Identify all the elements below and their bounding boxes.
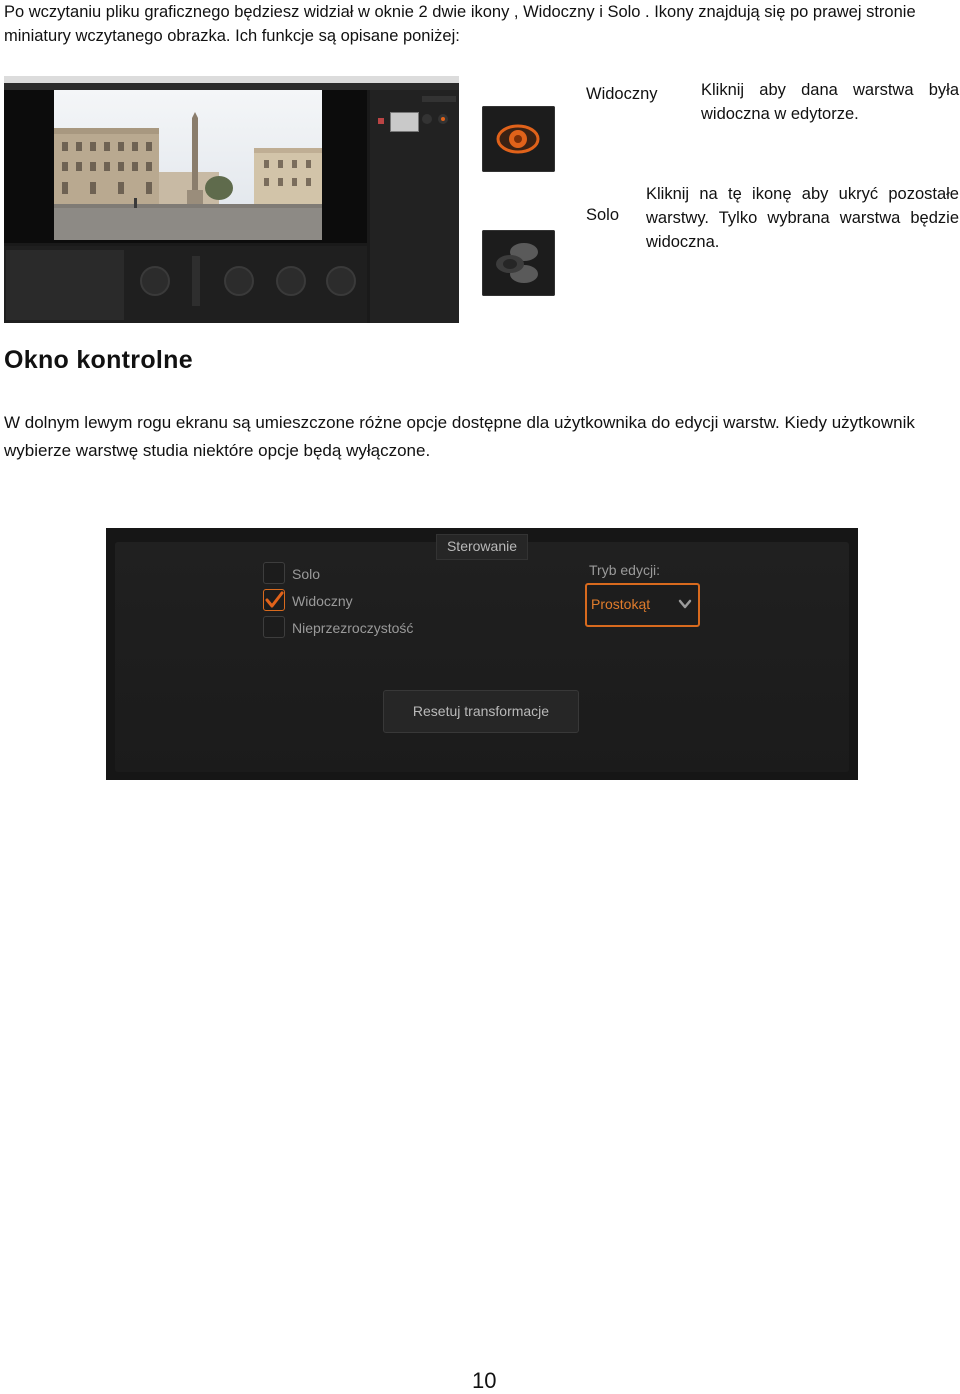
screenshot-layers-panel bbox=[370, 90, 459, 323]
chevron-down-icon bbox=[678, 599, 692, 609]
opacity-checkbox-label: Nieprzezroczystość bbox=[292, 620, 414, 636]
visible-label: Widoczny bbox=[586, 85, 658, 103]
solo-checkbox-label: Solo bbox=[292, 566, 321, 582]
visible-description: Kliknij aby dana warstwa była widoczna w… bbox=[701, 81, 959, 123]
opacity-checkbox[interactable] bbox=[263, 616, 285, 638]
screenshot-menubar bbox=[4, 83, 459, 90]
edit-mode-label: Tryb edycji: bbox=[589, 562, 661, 578]
solo-description: Kliknij na tę ikonę aby ukryć pozostałe … bbox=[646, 185, 959, 251]
section-body: W dolnym lewym rogu ekranu są umieszczon… bbox=[4, 413, 915, 460]
app-screenshot bbox=[4, 76, 459, 323]
edit-mode-value: Prostokąt bbox=[591, 596, 651, 612]
solo-icon-box bbox=[482, 230, 555, 296]
screenshot-titlebar bbox=[4, 76, 459, 83]
screenshot-control-area bbox=[4, 246, 367, 323]
layer-thumbnail bbox=[390, 112, 419, 132]
page-number: 10 bbox=[472, 1368, 497, 1393]
control-panel bbox=[106, 528, 858, 780]
mini-eye-icon bbox=[438, 114, 448, 124]
checkmark-icon bbox=[265, 591, 284, 608]
reset-transform-button[interactable]: Resetuj transformacje bbox=[383, 690, 579, 733]
solo-label: Solo bbox=[586, 206, 620, 224]
control-panel-title: Sterowanie bbox=[436, 534, 528, 560]
visible-icon-box bbox=[482, 106, 555, 172]
intro-paragraph: Po wczytaniu pliku graficznego będziesz … bbox=[4, 3, 916, 45]
piazza-photo bbox=[54, 90, 322, 240]
mini-solo-icon bbox=[422, 114, 432, 124]
visible-checkbox-label: Widoczny bbox=[292, 593, 353, 609]
solo-checkbox[interactable] bbox=[263, 562, 285, 584]
eye-icon bbox=[496, 124, 540, 154]
control-panel-inner bbox=[115, 542, 849, 772]
visible-checkbox[interactable] bbox=[263, 589, 285, 611]
section-heading: Okno kontrolne bbox=[4, 346, 193, 374]
solo-icon bbox=[496, 243, 538, 283]
